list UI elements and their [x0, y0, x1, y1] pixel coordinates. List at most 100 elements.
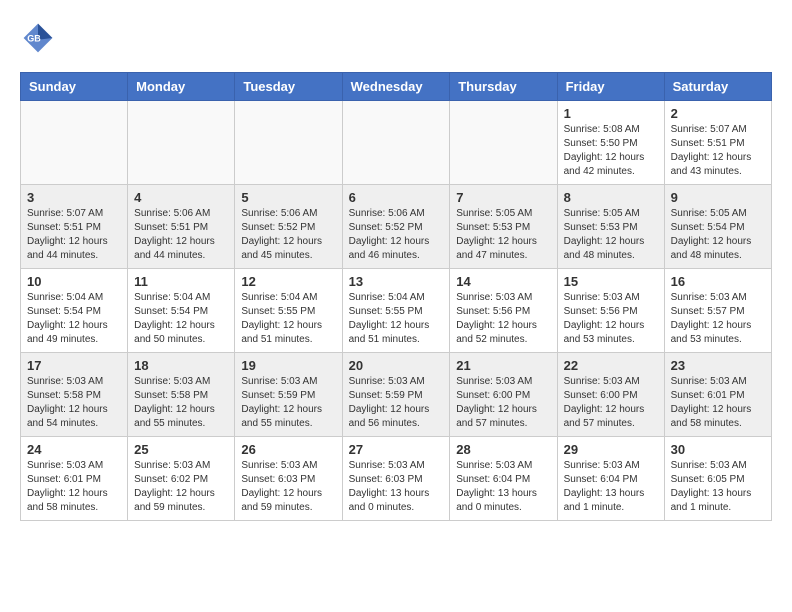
day-info: Sunrise: 5:03 AM Sunset: 5:58 PM Dayligh… [27, 375, 121, 431]
day-number: 15 [564, 274, 658, 289]
day-number: 25 [134, 442, 228, 457]
day-number: 23 [671, 358, 765, 373]
day-number: 10 [27, 274, 121, 289]
calendar-week-5: 24 Sunrise: 5:03 AM Sunset: 6:01 PM Dayli… [21, 437, 772, 521]
calendar-cell: 24 Sunrise: 5:03 AM Sunset: 6:01 PM Dayli… [21, 437, 128, 521]
calendar-cell: 21 Sunrise: 5:03 AM Sunset: 6:00 PM Dayli… [450, 353, 557, 437]
day-info: Sunrise: 5:06 AM Sunset: 5:52 PM Dayligh… [349, 207, 444, 263]
day-info: Sunrise: 5:05 AM Sunset: 5:54 PM Dayligh… [671, 207, 765, 263]
calendar-cell: 4 Sunrise: 5:06 AM Sunset: 5:51 PM Daylig… [128, 185, 235, 269]
calendar-cell: 1 Sunrise: 5:08 AM Sunset: 5:50 PM Daylig… [557, 101, 664, 185]
calendar-cell: 22 Sunrise: 5:03 AM Sunset: 6:00 PM Dayli… [557, 353, 664, 437]
calendar-cell: 8 Sunrise: 5:05 AM Sunset: 5:53 PM Daylig… [557, 185, 664, 269]
calendar-cell: 20 Sunrise: 5:03 AM Sunset: 5:59 PM Dayli… [342, 353, 450, 437]
day-number: 8 [564, 190, 658, 205]
day-info: Sunrise: 5:03 AM Sunset: 6:00 PM Dayligh… [456, 375, 550, 431]
calendar-cell [235, 101, 342, 185]
day-number: 13 [349, 274, 444, 289]
calendar-cell: 9 Sunrise: 5:05 AM Sunset: 5:54 PM Daylig… [664, 185, 771, 269]
calendar-cell: 10 Sunrise: 5:04 AM Sunset: 5:54 PM Dayli… [21, 269, 128, 353]
day-number: 30 [671, 442, 765, 457]
calendar-cell: 6 Sunrise: 5:06 AM Sunset: 5:52 PM Daylig… [342, 185, 450, 269]
day-number: 11 [134, 274, 228, 289]
calendar-cell: 2Sunrise: 5:07 AM Sunset: 5:51 PM Daylig… [664, 101, 771, 185]
day-number: 27 [349, 442, 444, 457]
calendar-cell: 15 Sunrise: 5:03 AM Sunset: 5:56 PM Dayli… [557, 269, 664, 353]
day-header-saturday: Saturday [664, 73, 771, 101]
day-info: Sunrise: 5:03 AM Sunset: 6:01 PM Dayligh… [27, 459, 121, 515]
day-number: 29 [564, 442, 658, 457]
day-number: 24 [27, 442, 121, 457]
day-header-friday: Friday [557, 73, 664, 101]
day-info: Sunrise: 5:05 AM Sunset: 5:53 PM Dayligh… [564, 207, 658, 263]
day-number: 26 [241, 442, 335, 457]
day-number: 16 [671, 274, 765, 289]
calendar-cell: 29 Sunrise: 5:03 AM Sunset: 6:04 PM Dayli… [557, 437, 664, 521]
day-info: Sunrise: 5:03 AM Sunset: 6:03 PM Dayligh… [349, 459, 444, 515]
day-info: Sunrise: 5:03 AM Sunset: 6:04 PM Dayligh… [564, 459, 658, 515]
day-info: Sunrise: 5:04 AM Sunset: 5:54 PM Dayligh… [27, 291, 121, 347]
calendar-week-4: 17 Sunrise: 5:03 AM Sunset: 5:58 PM Dayli… [21, 353, 772, 437]
day-number: 3 [27, 190, 121, 205]
calendar-cell: 30 Sunrise: 5:03 AM Sunset: 6:05 PM Dayli… [664, 437, 771, 521]
day-header-monday: Monday [128, 73, 235, 101]
day-number: 4 [134, 190, 228, 205]
day-info: Sunrise: 5:03 AM Sunset: 5:56 PM Dayligh… [456, 291, 550, 347]
day-number: 19 [241, 358, 335, 373]
day-info: Sunrise: 5:03 AM Sunset: 5:56 PM Dayligh… [564, 291, 658, 347]
day-number: 22 [564, 358, 658, 373]
day-header-thursday: Thursday [450, 73, 557, 101]
day-info: Sunrise: 5:03 AM Sunset: 6:03 PM Dayligh… [241, 459, 335, 515]
calendar-cell: 26 Sunrise: 5:03 AM Sunset: 6:03 PM Dayli… [235, 437, 342, 521]
day-number: 1 [564, 106, 658, 121]
day-number: 12 [241, 274, 335, 289]
calendar-cell: 3 Sunrise: 5:07 AM Sunset: 5:51 PM Daylig… [21, 185, 128, 269]
day-number: 6 [349, 190, 444, 205]
calendar-cell: 14Sunrise: 5:03 AM Sunset: 5:56 PM Dayli… [450, 269, 557, 353]
calendar-week-3: 10 Sunrise: 5:04 AM Sunset: 5:54 PM Dayli… [21, 269, 772, 353]
calendar-cell: 27 Sunrise: 5:03 AM Sunset: 6:03 PM Dayli… [342, 437, 450, 521]
calendar-cell: 18 Sunrise: 5:03 AM Sunset: 5:58 PM Dayli… [128, 353, 235, 437]
day-info: Sunrise: 5:07 AM Sunset: 5:51 PM Dayligh… [27, 207, 121, 263]
calendar-cell: 23 Sunrise: 5:03 AM Sunset: 6:01 PM Dayli… [664, 353, 771, 437]
day-header-tuesday: Tuesday [235, 73, 342, 101]
calendar-cell [128, 101, 235, 185]
page-header: GB [20, 20, 772, 56]
day-info: Sunrise: 5:06 AM Sunset: 5:52 PM Dayligh… [241, 207, 335, 263]
calendar-cell: 5 Sunrise: 5:06 AM Sunset: 5:52 PM Daylig… [235, 185, 342, 269]
calendar-week-1: 1 Sunrise: 5:08 AM Sunset: 5:50 PM Daylig… [21, 101, 772, 185]
day-info: Sunrise: 5:03 AM Sunset: 6:02 PM Dayligh… [134, 459, 228, 515]
day-number: 9 [671, 190, 765, 205]
calendar-cell [342, 101, 450, 185]
calendar-cell: 13 Sunrise: 5:04 AM Sunset: 5:55 PM Dayli… [342, 269, 450, 353]
day-info: Sunrise: 5:03 AM Sunset: 5:59 PM Dayligh… [241, 375, 335, 431]
logo-icon: GB [20, 20, 56, 56]
day-info: Sunrise: 5:03 AM Sunset: 6:01 PM Dayligh… [671, 375, 765, 431]
day-number: 7 [456, 190, 550, 205]
calendar-cell: 25 Sunrise: 5:03 AM Sunset: 6:02 PM Dayli… [128, 437, 235, 521]
day-number: 21 [456, 358, 550, 373]
day-info: Sunrise: 5:03 AM Sunset: 5:59 PM Dayligh… [349, 375, 444, 431]
day-info: Sunrise: 5:05 AM Sunset: 5:53 PM Dayligh… [456, 207, 550, 263]
calendar-cell: 12Sunrise: 5:04 AM Sunset: 5:55 PM Dayli… [235, 269, 342, 353]
day-info: Sunrise: 5:08 AM Sunset: 5:50 PM Dayligh… [564, 123, 658, 179]
logo: GB [20, 20, 62, 56]
day-info: Sunrise: 5:06 AM Sunset: 5:51 PM Dayligh… [134, 207, 228, 263]
day-header-wednesday: Wednesday [342, 73, 450, 101]
day-info: Sunrise: 5:03 AM Sunset: 6:00 PM Dayligh… [564, 375, 658, 431]
day-info: Sunrise: 5:03 AM Sunset: 5:58 PM Dayligh… [134, 375, 228, 431]
day-info: Sunrise: 5:03 AM Sunset: 6:04 PM Dayligh… [456, 459, 550, 515]
day-number: 5 [241, 190, 335, 205]
day-number: 20 [349, 358, 444, 373]
calendar-cell: 11Sunrise: 5:04 AM Sunset: 5:54 PM Dayli… [128, 269, 235, 353]
day-number: 17 [27, 358, 121, 373]
calendar-cell: 19 Sunrise: 5:03 AM Sunset: 5:59 PM Dayli… [235, 353, 342, 437]
calendar-header-row: SundayMondayTuesdayWednesdayThursdayFrid… [21, 73, 772, 101]
day-number: 18 [134, 358, 228, 373]
calendar-cell [450, 101, 557, 185]
day-info: Sunrise: 5:04 AM Sunset: 5:55 PM Dayligh… [349, 291, 444, 347]
calendar-cell: 7 Sunrise: 5:05 AM Sunset: 5:53 PM Daylig… [450, 185, 557, 269]
day-info: Sunrise: 5:03 AM Sunset: 6:05 PM Dayligh… [671, 459, 765, 515]
calendar-cell [21, 101, 128, 185]
svg-text:GB: GB [27, 34, 41, 44]
